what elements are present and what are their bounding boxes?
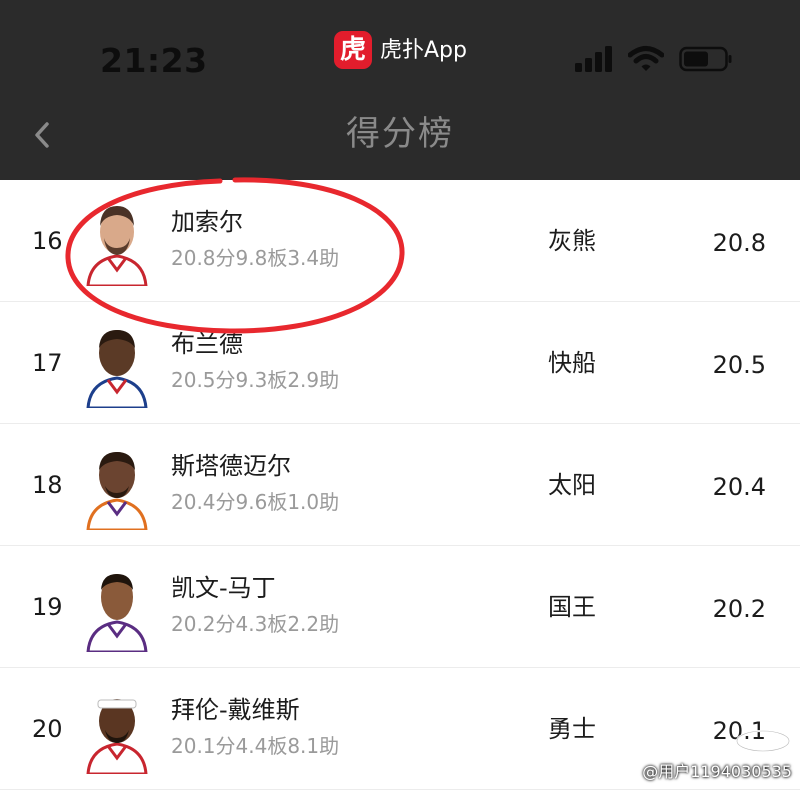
app-name: 虎扑App [380, 38, 467, 63]
highlight-circle [65, 177, 405, 334]
back-button[interactable] [26, 115, 58, 155]
watermark: @用户1194030535 [642, 762, 792, 781]
list-item[interactable]: 19 凯文-马丁 20.2分4.3板2.2助 国王 20.2 [0, 546, 800, 668]
player-stats: 20.4分9.6板1.0助 [171, 490, 340, 514]
player-stats: 20.1分4.4板8.1助 [171, 734, 340, 758]
team-name: 快船 [548, 349, 596, 377]
list-item[interactable]: 18 斯塔德迈尔 20.4分9.6板1.0助 太阳 20.4 [0, 424, 800, 546]
player-avatar [84, 564, 150, 652]
points-per-game: 20.5 [712, 351, 766, 379]
player-name: 斯塔德迈尔 [171, 452, 291, 480]
page-title: 得分榜 [346, 114, 454, 154]
points-per-game: 20.4 [712, 473, 766, 501]
points-per-game: 20.8 [712, 229, 766, 257]
player-name: 凯文-马丁 [171, 574, 276, 602]
points-per-game: 20.2 [712, 595, 766, 623]
cellular-signal-icon [575, 46, 612, 72]
team-name: 勇士 [548, 715, 596, 743]
player-stats: 20.5分9.3板2.9助 [171, 368, 340, 392]
team-name: 灰熊 [548, 227, 596, 255]
team-name: 国王 [548, 593, 596, 621]
wifi-icon [628, 46, 664, 71]
rank-number: 17 [32, 349, 63, 377]
player-name: 拜伦-戴维斯 [171, 696, 300, 724]
battery-icon [679, 46, 732, 72]
team-name: 太阳 [548, 471, 596, 499]
rank-number: 20 [32, 715, 63, 743]
rank-number: 18 [32, 471, 63, 499]
header: 21:23 虎 虎扑App 得分榜 [0, 0, 800, 180]
app-badge-icon: 虎 [334, 31, 372, 69]
player-avatar [84, 442, 150, 530]
rank-number: 19 [32, 593, 63, 621]
status-time: 21:23 [100, 41, 208, 80]
player-stats: 20.2分4.3板2.2助 [171, 612, 340, 636]
chevron-left-icon [35, 122, 49, 148]
player-avatar [84, 686, 150, 774]
weibo-logo-icon [736, 730, 790, 752]
